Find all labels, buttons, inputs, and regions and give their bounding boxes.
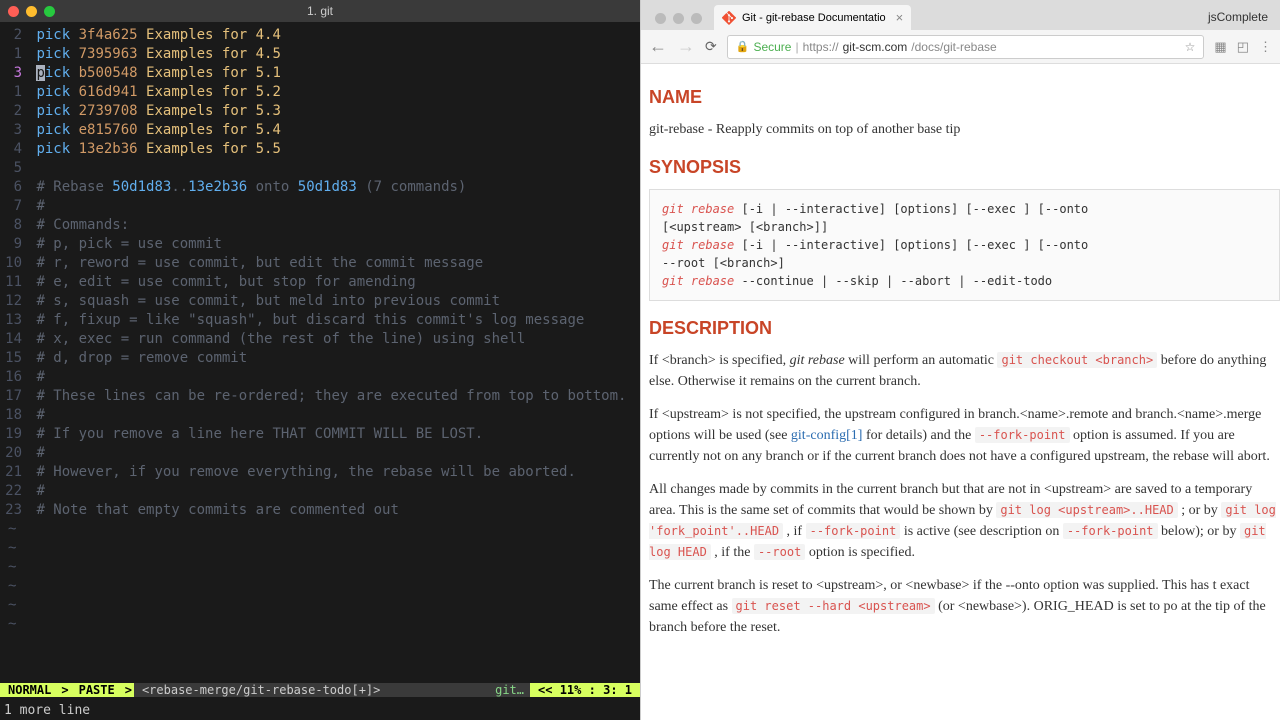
maximize-window-icon[interactable] <box>691 13 702 24</box>
browser-tabbar: Git - git-rebase Documentatio × jsComple… <box>641 0 1280 30</box>
terminal-title: 1. git <box>307 4 333 18</box>
git-favicon-icon <box>722 11 736 25</box>
bookmark-star-icon[interactable]: ☆ <box>1185 40 1196 54</box>
description-para-1: If <branch> is specified, git rebase wil… <box>649 350 1280 392</box>
comment-line[interactable]: 13 # f, fixup = like "squash", but disca… <box>0 311 640 330</box>
comment-line[interactable]: 7 # <box>0 197 640 216</box>
vim-git-branch: git… <box>489 683 530 697</box>
maximize-window-icon[interactable] <box>44 6 55 17</box>
comment-line[interactable]: 9 # p, pick = use commit <box>0 235 640 254</box>
url-host: git-scm.com <box>843 40 908 54</box>
lock-icon: 🔒 <box>736 40 750 53</box>
qr-icon[interactable]: ▦ <box>1214 39 1226 55</box>
close-window-icon[interactable] <box>8 6 19 17</box>
comment-line[interactable]: 17 # These lines can be re-ordered; they… <box>0 387 640 406</box>
rebase-line[interactable]: 2 pick 2739708 Exampels for 5.3 <box>0 102 640 121</box>
comment-line[interactable]: 20 # <box>0 444 640 463</box>
description-para-4: The current branch is reset to <upstream… <box>649 575 1280 638</box>
vim-paste-indicator: PASTE <box>71 683 123 697</box>
description-heading: DESCRIPTION <box>649 315 1280 342</box>
rebase-line[interactable]: 1 pick 616d941 Examples for 5.2 <box>0 83 640 102</box>
vim-filename: <rebase-merge/git-rebase-todo[+]> <box>134 683 489 697</box>
terminal-window: 1. git 2 pick 3f4a625 Examples for 4.41 … <box>0 0 640 720</box>
comment-line[interactable]: 16 # <box>0 368 640 387</box>
secure-label: Secure <box>753 40 791 54</box>
extension-badge[interactable]: jsComplete <box>1196 4 1280 30</box>
vim-col: 1 <box>625 683 632 697</box>
rebase-line[interactable]: 4 pick 13e2b36 Examples for 5.5 <box>0 140 640 159</box>
address-bar[interactable]: 🔒 Secure | https://git-scm.com/docs/git-… <box>727 35 1205 59</box>
minimize-window-icon[interactable] <box>26 6 37 17</box>
extension-icon[interactable]: ◰ <box>1237 39 1249 55</box>
vim-statusline: NORMAL > PASTE > <rebase-merge/git-rebas… <box>0 680 640 700</box>
comment-line[interactable]: 22 # <box>0 482 640 501</box>
close-window-icon[interactable] <box>655 13 666 24</box>
vim-cmdline: 1 more line <box>0 700 640 720</box>
vim-line: 3 <box>603 683 610 697</box>
page-content[interactable]: NAME git-rebase - Reapply commits on top… <box>641 64 1280 720</box>
url-scheme: https:// <box>803 40 839 54</box>
forward-button-icon[interactable]: → <box>677 36 695 57</box>
name-heading: NAME <box>649 84 1280 111</box>
comment-line[interactable]: 10 # r, reword = use commit, but edit th… <box>0 254 640 273</box>
rebase-line[interactable]: 3 pick b500548 Examples for 5.1 <box>0 64 640 83</box>
code-git-checkout: git checkout <branch> <box>997 352 1157 368</box>
window-controls <box>8 6 55 17</box>
comment-line[interactable]: 11 # e, edit = use commit, but stop for … <box>0 273 640 292</box>
synopsis-box: git rebase [-i | --interactive] [options… <box>649 189 1280 301</box>
url-path: /docs/git-rebase <box>911 40 996 54</box>
description-para-2: If <upstream> is not specified, the upst… <box>649 404 1280 467</box>
tab-title: Git - git-rebase Documentatio <box>742 12 886 24</box>
comment-line[interactable]: 14 # x, exec = run command (the rest of … <box>0 330 640 349</box>
vim-percent: 11% <box>560 683 582 697</box>
reload-icon[interactable]: ⟳ <box>705 38 717 55</box>
terminal-titlebar: 1. git <box>0 0 640 22</box>
comment-line[interactable]: 15 # d, drop = remove commit <box>0 349 640 368</box>
vim-mode: NORMAL <box>0 683 59 697</box>
comment-line[interactable]: 21 # However, if you remove everything, … <box>0 463 640 482</box>
comment-line[interactable]: 12 # s, squash = use commit, but meld in… <box>0 292 640 311</box>
minimize-window-icon[interactable] <box>673 13 684 24</box>
comment-line[interactable]: 5 <box>0 159 640 178</box>
synopsis-heading: SYNOPSIS <box>649 154 1280 181</box>
browser-tab[interactable]: Git - git-rebase Documentatio × <box>714 5 911 30</box>
browser-window: Git - git-rebase Documentatio × jsComple… <box>640 0 1280 720</box>
rebase-line[interactable]: 3 pick e815760 Examples for 5.4 <box>0 121 640 140</box>
comment-line[interactable]: 8 # Commands: <box>0 216 640 235</box>
browser-toolbar: ← → ⟳ 🔒 Secure | https://git-scm.com/doc… <box>641 30 1280 64</box>
git-config-link[interactable]: git-config[1] <box>791 428 863 443</box>
vim-editor[interactable]: 2 pick 3f4a625 Examples for 4.41 pick 73… <box>0 22 640 680</box>
menu-icon[interactable]: ⋮ <box>1259 39 1272 55</box>
back-button-icon[interactable]: ← <box>649 36 667 57</box>
name-text: git-rebase - Reapply commits on top of a… <box>649 119 1280 140</box>
close-tab-icon[interactable]: × <box>896 10 904 25</box>
comment-line[interactable]: 19 # If you remove a line here THAT COMM… <box>0 425 640 444</box>
rebase-line[interactable]: 2 pick 3f4a625 Examples for 4.4 <box>0 26 640 45</box>
description-para-3: All changes made by commits in the curre… <box>649 479 1280 563</box>
comment-line[interactable]: 18 # <box>0 406 640 425</box>
browser-window-controls <box>649 13 708 30</box>
comment-line[interactable]: 23 # Note that empty commits are comment… <box>0 501 640 520</box>
comment-line[interactable]: 6 # Rebase 50d1d83..13e2b36 onto 50d1d83… <box>0 178 640 197</box>
rebase-line[interactable]: 1 pick 7395963 Examples for 4.5 <box>0 45 640 64</box>
